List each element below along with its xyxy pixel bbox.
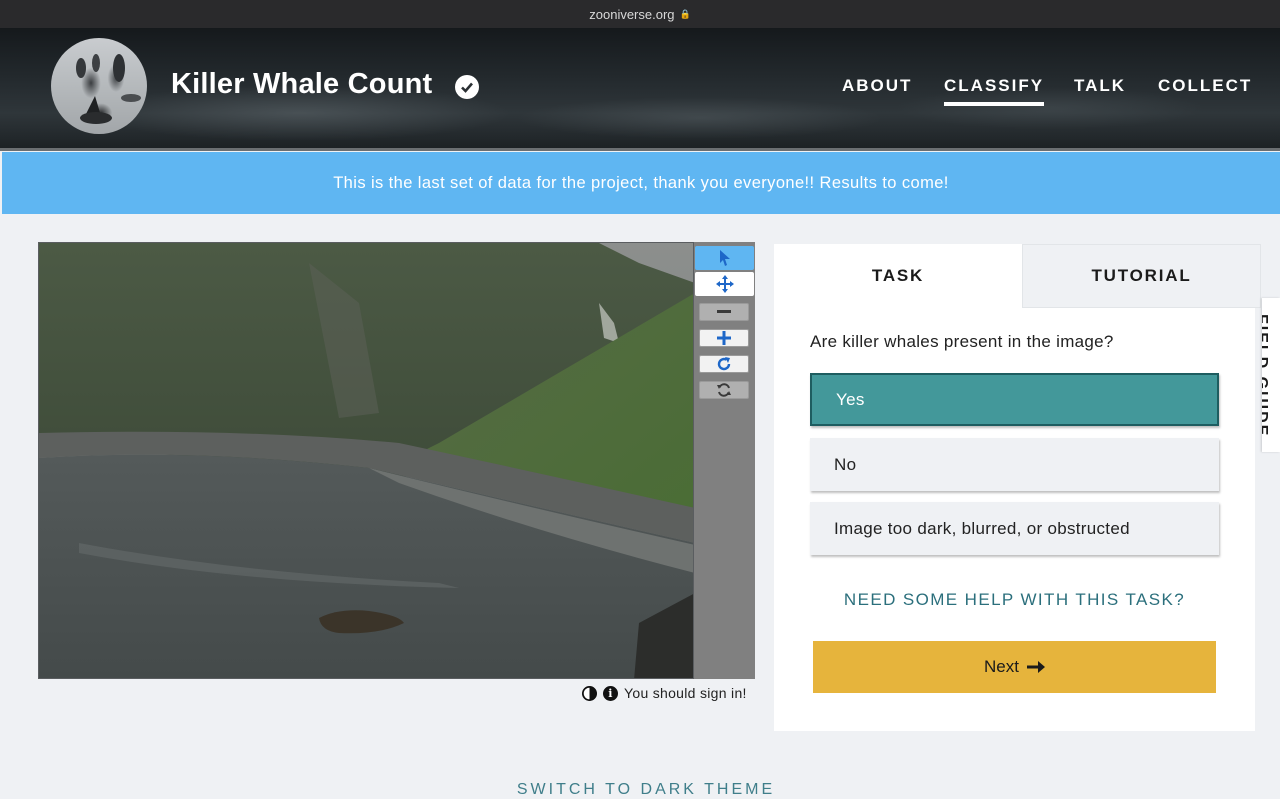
arrow-right-icon	[1026, 661, 1045, 673]
need-help-link[interactable]: NEED SOME HELP WITH THIS TASK?	[774, 590, 1255, 610]
lock-icon: 🔒	[679, 8, 691, 19]
tab-task[interactable]: TASK	[774, 244, 1022, 308]
project-header: Killer Whale Count ABOUT CLASSIFY TALK C…	[0, 28, 1280, 150]
subject-meta-row: i You should sign in!	[582, 683, 747, 703]
nav-about[interactable]: ABOUT	[842, 76, 912, 96]
info-icon[interactable]: i	[603, 685, 618, 701]
verified-badge-icon	[455, 75, 479, 99]
task-panel: TASK TUTORIAL Are killer whales present …	[774, 244, 1261, 731]
nav-classify[interactable]: CLASSIFY	[944, 76, 1045, 106]
rotate-button[interactable]	[699, 355, 749, 373]
field-guide-label: FIELD GUIDE	[1262, 314, 1270, 438]
nav-talk[interactable]: TALK	[1074, 76, 1126, 96]
zoom-out-icon	[717, 310, 731, 313]
sign-in-notice: You should sign in!	[624, 685, 747, 701]
project-avatar[interactable]	[51, 38, 147, 134]
browser-address-bar[interactable]: zooniverse.org 🔒	[0, 0, 1280, 28]
header-divider	[0, 148, 1280, 151]
next-label: Next	[984, 657, 1019, 676]
next-button[interactable]: Next	[813, 641, 1216, 693]
reset-button[interactable]	[699, 381, 749, 399]
subject-image[interactable]	[38, 242, 694, 679]
announcement-text: This is the last set of data for the pro…	[333, 173, 949, 192]
switch-dark-theme-link[interactable]: SWITCH TO DARK THEME	[0, 781, 1280, 799]
rotate-icon	[717, 357, 731, 371]
zoom-out-button[interactable]	[699, 303, 749, 321]
reset-icon	[717, 383, 731, 397]
answer-no[interactable]: No	[810, 438, 1219, 491]
pointer-icon	[719, 250, 730, 266]
announcement-banner: This is the last set of data for the pro…	[2, 152, 1280, 214]
pointer-tool-button[interactable]	[695, 246, 754, 270]
zoom-in-button[interactable]	[699, 329, 749, 347]
move-tool-button[interactable]	[695, 272, 754, 296]
move-icon	[715, 275, 734, 293]
answer-label: Yes	[836, 389, 865, 409]
answer-label: No	[834, 454, 857, 474]
viewer-toolbar	[694, 242, 755, 679]
tab-tutorial[interactable]: TUTORIAL	[1022, 244, 1261, 308]
nav-collect[interactable]: COLLECT	[1158, 76, 1252, 96]
zoom-in-icon	[717, 331, 731, 345]
project-title[interactable]: Killer Whale Count	[171, 68, 432, 101]
answer-yes[interactable]: Yes	[810, 373, 1219, 426]
answer-image-obstructed[interactable]: Image too dark, blurred, or obstructed	[810, 502, 1219, 555]
url-text: zooniverse.org	[589, 6, 675, 22]
answer-label: Image too dark, blurred, or obstructed	[834, 518, 1130, 538]
invert-contrast-icon[interactable]	[582, 685, 597, 701]
task-question: Are killer whales present in the image?	[810, 332, 1114, 351]
field-guide-tab[interactable]: FIELD GUIDE	[1262, 298, 1280, 452]
